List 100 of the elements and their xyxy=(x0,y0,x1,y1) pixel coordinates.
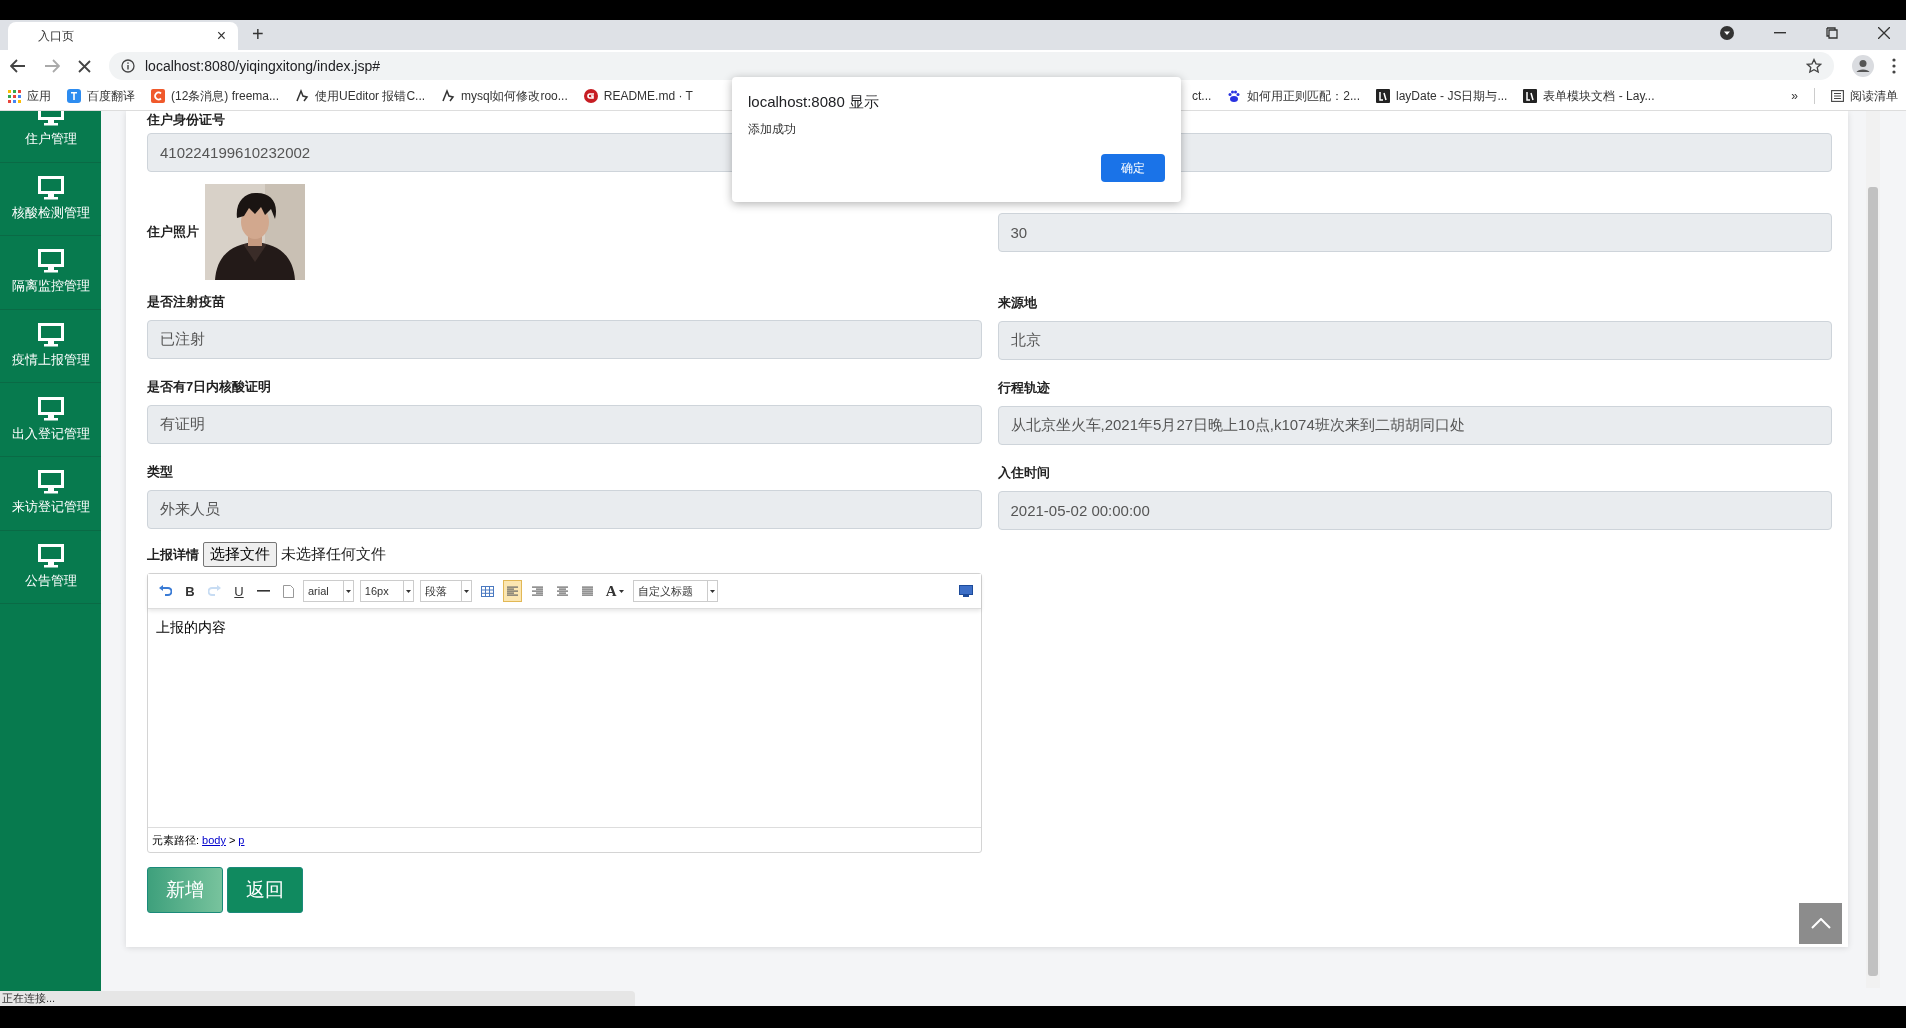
status-text: 正在连接... xyxy=(2,991,56,1006)
align-icon xyxy=(555,585,569,597)
browser-tab[interactable]: 入口页 × xyxy=(8,22,238,50)
new-tab-button[interactable]: + xyxy=(252,23,264,46)
sidebar-item[interactable]: 疫情上报管理 xyxy=(0,309,101,384)
apps-grid-icon xyxy=(8,89,21,103)
caret-icon xyxy=(709,589,715,593)
sidebar-item[interactable]: 核酸检测管理 xyxy=(0,162,101,237)
caret-icon xyxy=(618,589,624,593)
bold-button[interactable]: B xyxy=(181,580,199,602)
monitor-icon xyxy=(37,470,64,495)
close-tab-button[interactable]: × xyxy=(216,27,226,45)
monitor-icon xyxy=(37,396,64,421)
input-field[interactable]: 已注射 xyxy=(147,320,982,359)
star-icon[interactable] xyxy=(1806,58,1822,74)
path-separator: > xyxy=(228,834,236,846)
restore-icon[interactable] xyxy=(1826,27,1838,39)
input-field[interactable]: 外来人员 xyxy=(147,490,982,529)
sidebar-item[interactable]: 公告管理 xyxy=(0,530,101,605)
bookmark[interactable]: mysql如何修改roo... xyxy=(441,87,568,105)
dialog-title: localhost:8080 显示 xyxy=(748,93,880,112)
align-icon xyxy=(505,585,519,597)
menu-icon[interactable] xyxy=(1892,58,1896,74)
back-icon[interactable] xyxy=(10,59,26,73)
g-logo-icon xyxy=(583,89,598,103)
field-label: 是否有7日内核酸证明 xyxy=(147,378,272,396)
monitor-icon xyxy=(37,543,64,568)
horizontal-line-icon xyxy=(257,590,270,592)
dropdown[interactable]: 16px xyxy=(359,580,414,602)
paw-icon xyxy=(1227,89,1242,103)
monitor-icon xyxy=(37,175,64,200)
bookmark[interactable]: 表单模块文档 - Lay... xyxy=(1523,87,1655,105)
field-label: 类型 xyxy=(147,463,173,481)
field-label: 上报详情 xyxy=(147,545,199,564)
field-label: 来源地 xyxy=(997,294,1037,312)
file-status: 未选择任何文件 xyxy=(281,545,386,564)
info-icon xyxy=(121,59,135,73)
close-icon[interactable] xyxy=(1878,27,1890,39)
monitor-icon xyxy=(37,323,64,348)
redo-icon xyxy=(208,585,221,597)
monitor-icon xyxy=(37,249,64,274)
address-field[interactable]: localhost:8080/yiqingxitong/index.jsp# xyxy=(109,52,1834,80)
sidebar-item[interactable]: 住户管理 xyxy=(0,111,101,163)
scrollbar[interactable] xyxy=(1866,111,1880,988)
dropdown[interactable]: 段落 xyxy=(419,580,472,602)
field-label: 是否注射疫苗 xyxy=(147,293,225,311)
page-icon xyxy=(282,584,294,598)
choose-file-button[interactable]: 选择文件 xyxy=(203,542,277,567)
field-label: 行程轨迹 xyxy=(997,379,1050,397)
c-logo-icon xyxy=(151,89,165,103)
back-button[interactable]: 返回 xyxy=(227,867,303,913)
list-icon xyxy=(1831,90,1844,102)
dropdown-icon[interactable] xyxy=(1720,26,1734,40)
bookmark[interactable]: (12条消息) freema... xyxy=(151,87,280,105)
color-button[interactable]: A xyxy=(602,580,627,602)
input-field[interactable]: 30 xyxy=(997,213,1832,252)
table-icon xyxy=(480,585,494,597)
input-field[interactable]: 有证明 xyxy=(147,405,982,444)
input-field[interactable]: 北京 xyxy=(997,321,1832,360)
align-icon xyxy=(580,585,594,597)
dropdown[interactable]: 自定义标题 xyxy=(632,580,718,602)
stop-loading-icon[interactable] xyxy=(78,59,91,73)
bookmark[interactable]: README.md · T xyxy=(583,87,693,105)
input-field[interactable]: 从北京坐火车,2021年5月27日晚上10点,k1074班次来到二胡胡同口处 xyxy=(997,406,1832,445)
chevron-up-icon xyxy=(1810,918,1831,929)
reading-list-button[interactable]: 阅读清单 xyxy=(1831,87,1898,105)
align-left-button[interactable] xyxy=(502,580,522,602)
align-icon xyxy=(530,585,544,597)
bookmark[interactable]: 如何用正则匹配：2... xyxy=(1227,87,1361,105)
translate-icon xyxy=(67,89,81,103)
field-label: 住户身份证号 xyxy=(147,111,225,129)
field-label: 住户照片 xyxy=(147,223,199,241)
fullscreen-icon[interactable] xyxy=(958,585,973,597)
sidebar-item[interactable]: 来访登记管理 xyxy=(0,456,101,531)
caret-icon xyxy=(405,589,411,593)
caret-icon xyxy=(463,589,469,593)
more-bookmarks-button[interactable]: » xyxy=(1791,89,1798,103)
sidebar-item[interactable]: 隔离监控管理 xyxy=(0,236,101,310)
element-path-label: 元素路径: xyxy=(152,832,200,848)
path-link[interactable]: body xyxy=(202,834,226,846)
input-field[interactable]: 2021-05-02 00:00:00 xyxy=(997,491,1832,530)
bookmark[interactable]: 应用 xyxy=(8,87,51,105)
sidebar-item[interactable]: 出入登记管理 xyxy=(0,383,101,457)
back-to-top-button[interactable] xyxy=(1799,903,1842,944)
bookmark[interactable]: 百度翻译 xyxy=(67,87,135,105)
profile-icon[interactable] xyxy=(1852,55,1874,77)
bookmark[interactable]: ct... xyxy=(1192,89,1212,103)
bookmark[interactable]: 使用UEditor 报错C... xyxy=(295,87,426,105)
bookmark[interactable]: layDate - JS日期与... xyxy=(1376,87,1508,105)
path-link[interactable]: p xyxy=(238,834,245,846)
minimize-icon[interactable] xyxy=(1774,32,1786,34)
ok-button[interactable]: 确定 xyxy=(1101,154,1165,182)
caret-icon xyxy=(345,589,351,593)
editor-content[interactable]: 上报的内容 xyxy=(148,609,981,827)
underline-button[interactable]: U xyxy=(230,580,248,602)
tab-title: 入口页 xyxy=(38,27,74,45)
undo-icon xyxy=(159,585,172,597)
dropdown[interactable]: arial xyxy=(303,580,354,602)
field-label: 入住时间 xyxy=(997,464,1050,482)
forward-icon[interactable] xyxy=(44,59,60,73)
